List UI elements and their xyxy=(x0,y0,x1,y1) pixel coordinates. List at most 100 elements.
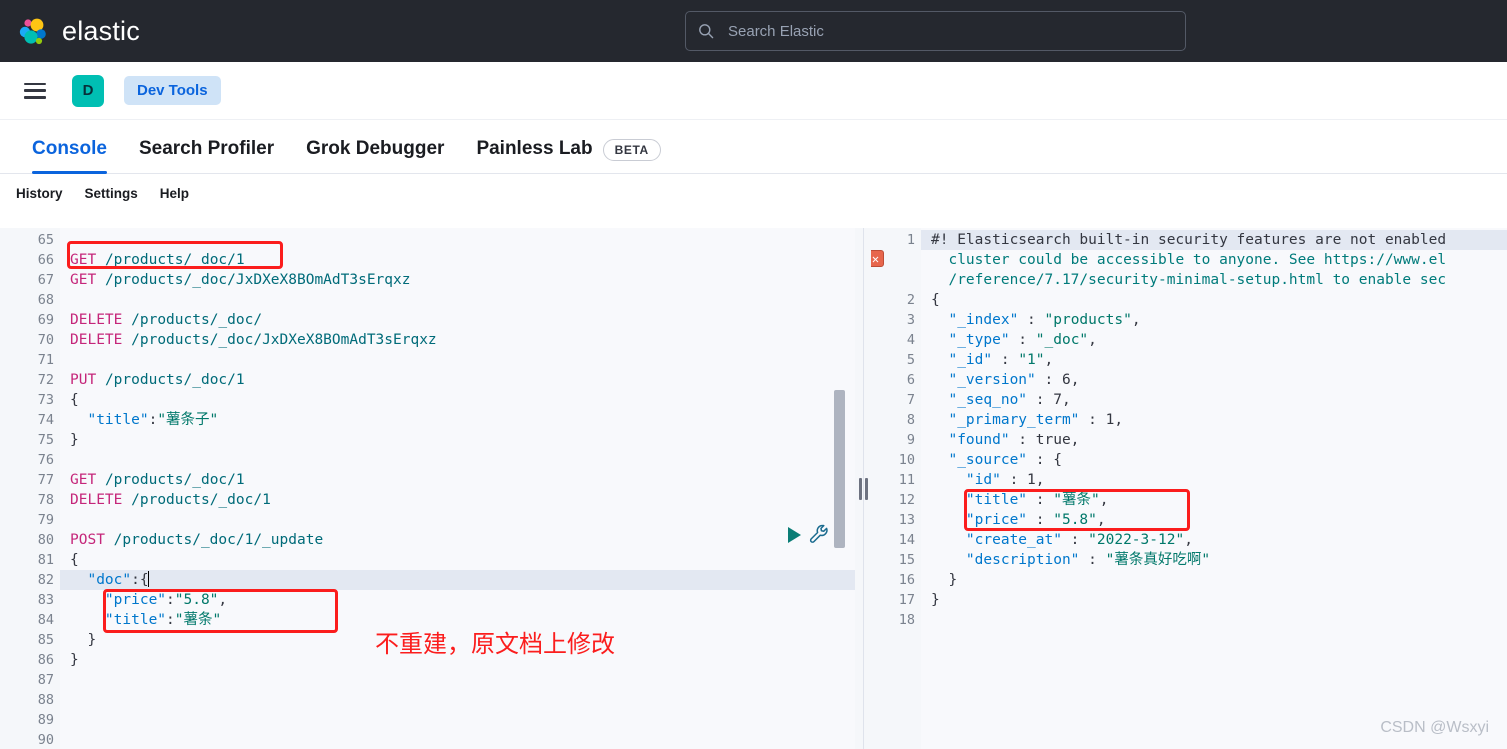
wrench-icon[interactable] xyxy=(808,523,830,550)
play-request-icon[interactable] xyxy=(788,527,801,543)
global-search[interactable] xyxy=(685,11,1186,51)
brand[interactable]: elastic xyxy=(16,14,140,48)
code-line[interactable]: "id" : 1, xyxy=(921,470,1507,490)
line-number: 89 xyxy=(37,712,54,728)
code-line[interactable] xyxy=(60,710,855,730)
sub-header: D Dev Tools xyxy=(0,62,1507,120)
code-line[interactable]: DELETE /products/_doc/ xyxy=(60,310,855,330)
search-input[interactable] xyxy=(728,22,1148,40)
code-line[interactable] xyxy=(60,290,855,310)
elastic-logo-icon xyxy=(16,14,50,48)
code-line[interactable]: "description" : "薯条真好吃啊" xyxy=(921,550,1507,570)
line-number: 78 xyxy=(37,492,54,508)
line-number: 81 xyxy=(0,550,60,570)
breadcrumb-dev-tools[interactable]: Dev Tools xyxy=(124,76,221,105)
watermark: CSDN @Wsxyi xyxy=(1380,719,1489,736)
code-line[interactable]: { xyxy=(921,290,1507,310)
hamburger-menu-icon[interactable] xyxy=(24,82,46,99)
elastic-dev-tools-console: elastic D Dev Tools Console Search Profi… xyxy=(0,0,1507,749)
annotation-note: 不重建，原文档上修改 xyxy=(375,630,615,658)
line-number: 82 xyxy=(0,570,60,590)
line-number: 74 xyxy=(37,412,54,428)
line-number: 80 xyxy=(37,532,54,548)
code-line[interactable]: DELETE /products/_doc/JxDXeX8BOmAdT3sErq… xyxy=(60,330,855,350)
help-button[interactable]: Help xyxy=(160,186,189,201)
code-line[interactable]: GET /products/_doc/JxDXeX8BOmAdT3sErqxz xyxy=(60,270,855,290)
tab-painless-lab[interactable]: Painless Lab xyxy=(460,138,608,173)
search-icon xyxy=(698,23,714,39)
code-line[interactable]: "price":"5.8", xyxy=(60,590,855,610)
code-line[interactable] xyxy=(60,450,855,470)
code-line[interactable]: { xyxy=(60,390,855,410)
request-gutter: 65 66 67 68 69 70 71 72 73 74 75 76 77 78 79 80 8182 83 84… xyxy=(0,228,60,749)
code-line[interactable]: "_primary_term" : 1, xyxy=(921,410,1507,430)
code-line[interactable]: DELETE /products/_doc/1 xyxy=(60,490,855,510)
code-line[interactable]: "create_at" : "2022-3-12", xyxy=(921,530,1507,550)
line-number: 88 xyxy=(37,692,54,708)
code-line[interactable]: "_index" : "products", xyxy=(921,310,1507,330)
top-header: elastic xyxy=(0,0,1507,62)
line-number: 68 xyxy=(37,292,54,308)
line-number: 70 xyxy=(37,332,54,348)
code-line[interactable] xyxy=(60,730,855,749)
app-tabs: Console Search Profiler Grok Debugger Pa… xyxy=(0,120,1507,174)
code-line[interactable]: "found" : true, xyxy=(921,430,1507,450)
code-line[interactable]: } xyxy=(921,570,1507,590)
code-line[interactable]: "_seq_no" : 7, xyxy=(921,390,1507,410)
code-line[interactable]: "title":"薯条子" xyxy=(60,410,855,430)
tab-console[interactable]: Console xyxy=(16,138,123,174)
request-editor[interactable]: 65 66 67 68 69 70 71 72 73 74 75 76 77 78 79 80 8182 83 84… xyxy=(0,228,855,749)
response-code: #! Elasticsearch built-in security featu… xyxy=(921,228,1507,749)
code-line[interactable] xyxy=(60,690,855,710)
code-line[interactable]: { xyxy=(60,550,855,570)
console-toolbar: History Settings Help xyxy=(0,174,1507,212)
code-line[interactable]: GET /products/_doc/1 xyxy=(60,250,855,270)
line-number: 84 xyxy=(37,612,54,628)
code-line[interactable]: } xyxy=(921,590,1507,610)
code-line[interactable]: "_id" : "1", xyxy=(921,350,1507,370)
code-line[interactable] xyxy=(60,230,855,250)
line-number: 86 xyxy=(0,650,60,670)
space-avatar[interactable]: D xyxy=(72,74,104,107)
code-line[interactable]: #! Elasticsearch built-in security featu… xyxy=(921,230,1507,250)
code-line[interactable]: } xyxy=(60,430,855,450)
code-line[interactable] xyxy=(60,670,855,690)
code-line[interactable]: "_type" : "_doc", xyxy=(921,330,1507,350)
history-button[interactable]: History xyxy=(16,186,63,201)
line-number: 83 xyxy=(37,592,54,608)
line-number: 66 xyxy=(37,252,54,268)
code-line[interactable]: /reference/7.17/security-minimal-setup.h… xyxy=(921,270,1507,290)
editor-area: 65 66 67 68 69 70 71 72 73 74 75 76 77 78 79 80 8182 83 84… xyxy=(0,228,1507,749)
line-number: 65 xyxy=(37,232,54,248)
line-number: 71 xyxy=(37,352,54,368)
beta-badge: BETA xyxy=(602,139,661,161)
line-number: 76 xyxy=(37,452,54,468)
code-line[interactable] xyxy=(921,610,1507,630)
request-scrollbar[interactable] xyxy=(834,390,845,548)
line-number: 79 xyxy=(37,512,54,528)
request-code[interactable]: GET /products/_doc/1 GET /products/_doc/J… xyxy=(60,228,855,749)
line-number: 72 xyxy=(37,372,54,388)
settings-button[interactable]: Settings xyxy=(85,186,138,201)
code-line[interactable]: "_version" : 6, xyxy=(921,370,1507,390)
code-line[interactable]: "doc":{ xyxy=(60,570,855,590)
code-line[interactable] xyxy=(60,350,855,370)
code-line[interactable]: GET /products/_doc/1 xyxy=(60,470,855,490)
code-line[interactable]: cluster could be accessible to anyone. S… xyxy=(921,250,1507,270)
code-line[interactable]: "price" : "5.8", xyxy=(921,510,1507,530)
brand-name: elastic xyxy=(62,15,140,46)
response-editor[interactable]: ✕ 1 23456789101112131415161718 #! Elasti… xyxy=(855,228,1507,749)
line-number: 69 xyxy=(37,312,54,328)
line-number: 87 xyxy=(37,672,54,688)
code-line[interactable]: POST /products/_doc/1/_update xyxy=(60,530,855,550)
code-line[interactable]: "title" : "薯条", xyxy=(921,490,1507,510)
pane-splitter[interactable] xyxy=(855,228,871,749)
code-line[interactable]: PUT /products/_doc/1 xyxy=(60,370,855,390)
line-number: 77 xyxy=(37,472,54,488)
code-line[interactable]: "_source" : { xyxy=(921,450,1507,470)
code-line[interactable] xyxy=(60,510,855,530)
line-number: 90 xyxy=(37,732,54,748)
tab-search-profiler[interactable]: Search Profiler xyxy=(123,138,290,173)
tab-grok-debugger[interactable]: Grok Debugger xyxy=(290,138,460,173)
line-number: 85 xyxy=(0,630,60,650)
